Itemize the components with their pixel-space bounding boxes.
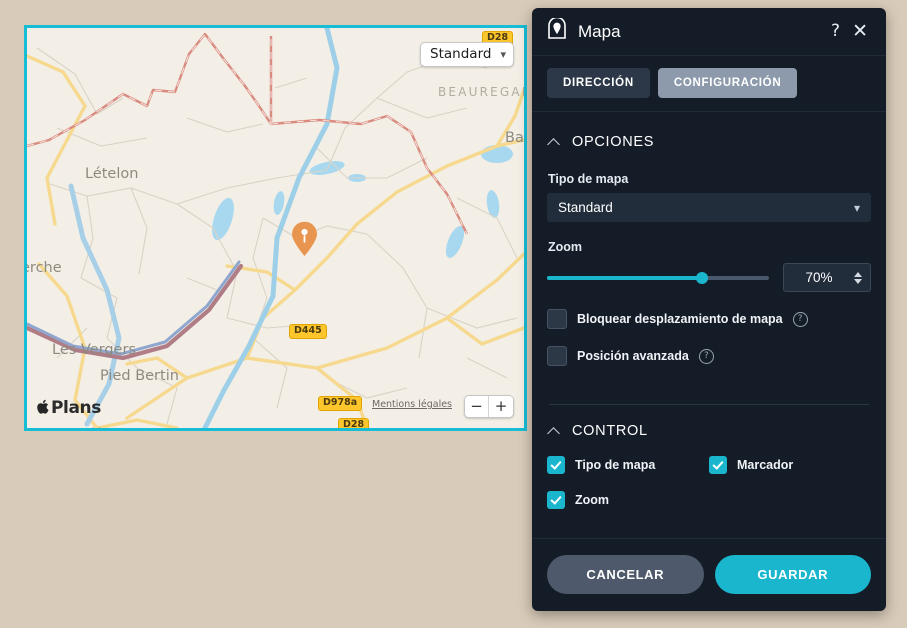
tab-configuracion[interactable]: CONFIGURACIÓN: [657, 68, 798, 98]
panel-footer: CANCELAR GUARDAR: [532, 538, 886, 611]
map-type-select[interactable]: Standard ▾: [547, 193, 871, 222]
zoom-label: Zoom: [548, 240, 583, 254]
panel-body: OPCIONES Tipo de mapa Standard ▾ Zoom 70…: [532, 112, 886, 538]
section-header-control[interactable]: CONTROL: [547, 405, 871, 439]
stepper-down-icon[interactable]: [854, 278, 862, 284]
map-type-value: Standard: [558, 200, 613, 215]
save-button[interactable]: GUARDAR: [714, 555, 871, 594]
section-title-opciones: OPCIONES: [572, 134, 655, 150]
checkbox-label-marcador: Marcador: [737, 458, 794, 472]
checkbox-posicion-avanzada[interactable]: [547, 346, 567, 366]
map-pin-square-icon: [547, 16, 567, 45]
chevron-up-icon: [549, 139, 560, 146]
map-legal-link[interactable]: Mentions légales: [372, 399, 452, 410]
tab-direccion[interactable]: DIRECCIÓN: [547, 68, 650, 98]
zoom-stepper[interactable]: 70%: [783, 263, 871, 292]
section-title-control: CONTROL: [572, 423, 648, 439]
map-settings-panel: Mapa ? ✕ DIRECCIÓN CONFIGURACIÓN OPCIONE…: [532, 8, 886, 611]
zoom-value: 70%: [805, 270, 833, 285]
checkbox-control-tipo-de-mapa[interactable]: [547, 456, 565, 474]
chevron-down-icon: ▾: [500, 47, 506, 61]
checkbox-label-zoom: Zoom: [575, 493, 610, 507]
checkbox-row-bloquear[interactable]: Bloquear desplazamiento de mapa ?: [547, 309, 871, 329]
checkbox-label-posicion: Posición avanzada: [577, 349, 689, 363]
panel-header: Mapa ? ✕: [532, 8, 886, 56]
help-icon[interactable]: ?: [698, 348, 714, 364]
stepper-up-icon[interactable]: [854, 271, 862, 277]
map-attribution: Plans: [37, 398, 101, 418]
checkbox-control-marcador[interactable]: [709, 456, 727, 474]
panel-title: Mapa: [578, 21, 621, 41]
map-zoom-in-button[interactable]: +: [489, 396, 513, 417]
map-zoom-out-button[interactable]: −: [465, 396, 489, 417]
panel-tabs: DIRECCIÓN CONFIGURACIÓN: [532, 56, 886, 112]
map-widget[interactable]: Lételon erche Les Vergers Pied Bertin Ur…: [24, 25, 527, 431]
close-icon[interactable]: ✕: [848, 22, 872, 41]
checkbox-row-zoom[interactable]: Zoom: [547, 491, 709, 509]
section-header-opciones[interactable]: OPCIONES: [547, 112, 871, 150]
zoom-slider-thumb[interactable]: [696, 271, 709, 284]
checkbox-bloquear-desplazamiento[interactable]: [547, 309, 567, 329]
checkbox-label-tipo-de-mapa: Tipo de mapa: [575, 458, 656, 472]
help-icon[interactable]: ?: [792, 311, 808, 327]
zoom-slider[interactable]: [547, 271, 769, 285]
chevron-up-icon: [549, 428, 560, 435]
chevron-down-icon: ▾: [853, 200, 860, 215]
apple-logo-icon: [37, 399, 50, 418]
checkbox-row-posicion[interactable]: Posición avanzada ?: [547, 346, 871, 366]
zoom-control-row: 70%: [547, 263, 871, 292]
checkbox-label-bloquear: Bloquear desplazamiento de mapa: [577, 312, 783, 326]
road-shield: D28: [338, 418, 370, 428]
checkbox-row-tipo-de-mapa[interactable]: Tipo de mapa: [547, 456, 709, 474]
map-attribution-text: Plans: [51, 398, 101, 418]
map-type-overlay-select[interactable]: Standard ▾: [420, 42, 514, 67]
checkbox-row-marcador[interactable]: Marcador: [709, 456, 871, 474]
cancel-button[interactable]: CANCELAR: [547, 555, 704, 594]
map-canvas[interactable]: [27, 28, 524, 428]
map-type-overlay-value: Standard: [430, 46, 492, 62]
help-button[interactable]: ?: [827, 23, 844, 40]
road-shield: D445: [289, 324, 327, 339]
zoom-slider-fill: [547, 275, 703, 280]
road-shield: D978a: [318, 396, 363, 411]
checkbox-control-zoom[interactable]: [547, 491, 565, 509]
control-checkbox-grid: Tipo de mapa Marcador Zoom: [547, 439, 871, 509]
map-pin-marker[interactable]: [291, 221, 318, 257]
map-type-label: Tipo de mapa: [548, 172, 629, 186]
map-vector-graphics: [27, 28, 524, 428]
map-zoom-controls[interactable]: − +: [464, 395, 514, 418]
stepper-arrows[interactable]: [854, 271, 862, 284]
